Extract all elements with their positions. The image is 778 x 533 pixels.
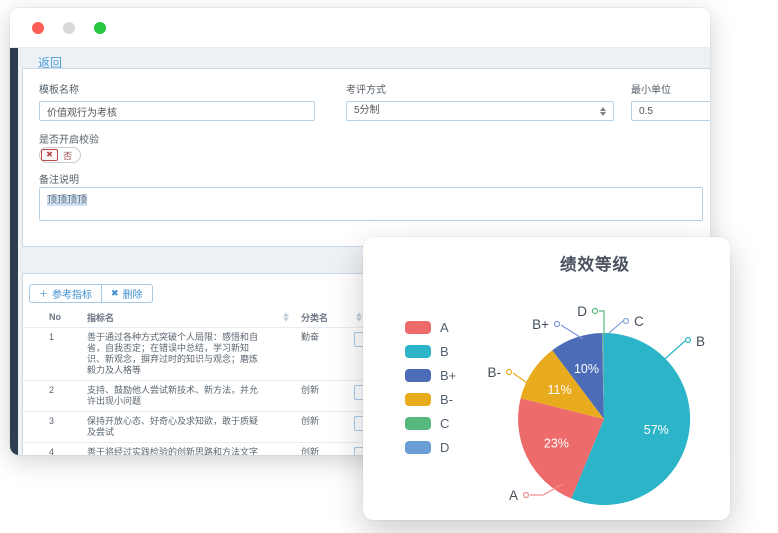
callout-label-B+: B+ bbox=[532, 317, 549, 332]
callout-dot-D bbox=[593, 309, 598, 314]
pie-percent-label: 23% bbox=[544, 437, 569, 451]
row-indicator-name: 善于将经过实践检验的创新思路和方法文字化、制度化，纳入日常工作流程 bbox=[87, 443, 301, 455]
callout-label-B: B bbox=[696, 334, 705, 349]
pie-percent-label: 10% bbox=[574, 362, 599, 376]
plus-icon: ＋ bbox=[39, 287, 48, 300]
row-indicator-name: 保持开放心态、好奇心及求知欲，敢于质疑及尝试 bbox=[87, 412, 301, 442]
callout-line-B bbox=[658, 341, 685, 365]
screenshot-stage: 返回 模板名称 考评方式 5分制 最小单位 是否开启校验 ✖ 否 备注说明 bbox=[0, 0, 778, 533]
x-icon: ✖ bbox=[111, 288, 119, 299]
callout-label-B-: B- bbox=[488, 365, 502, 380]
callout-dot-B- bbox=[507, 370, 512, 375]
eval-method-value: 5分制 bbox=[354, 102, 380, 120]
callout-line-B- bbox=[513, 373, 530, 385]
row-indicator-name: 善于通过各种方式突破个人局限：感悟和自省，自我否定；在错误中总结，学习新知识、新… bbox=[87, 328, 301, 380]
callout-line-D bbox=[599, 311, 604, 335]
header-name[interactable]: 指标名 bbox=[87, 311, 301, 324]
row-indicator-name: 支持、鼓励他人尝试新技术、新方法，并允许出现小问题 bbox=[87, 381, 301, 411]
callout-line-B+ bbox=[561, 325, 583, 339]
callout-line-C bbox=[609, 321, 623, 333]
toggle-off-x-icon: ✖ bbox=[41, 149, 58, 161]
performance-chart-card: 绩效等级 ABB+B-CD 57%23%11%10%BAB-B+DC bbox=[363, 237, 730, 520]
remark-label: 备注说明 bbox=[39, 171, 79, 186]
callout-dot-C bbox=[624, 319, 629, 324]
close-window-button[interactable] bbox=[32, 22, 44, 34]
callout-label-A: A bbox=[509, 488, 518, 503]
template-name-label: 模板名称 bbox=[39, 81, 79, 96]
row-no: 3 bbox=[49, 412, 87, 431]
add-indicator-button[interactable]: ＋ 参考指标 bbox=[29, 284, 102, 303]
row-no: 1 bbox=[49, 328, 87, 347]
row-category: 勤奋 bbox=[301, 328, 354, 347]
header-category[interactable]: 分类名 bbox=[301, 311, 354, 324]
callout-label-D: D bbox=[577, 304, 587, 319]
header-no: No bbox=[49, 312, 87, 322]
pie-percent-label: 57% bbox=[644, 423, 669, 437]
callout-dot-A bbox=[524, 493, 529, 498]
sort-icon[interactable] bbox=[283, 313, 289, 322]
validation-label: 是否开启校验 bbox=[39, 131, 99, 146]
validation-toggle[interactable]: ✖ 否 bbox=[39, 147, 81, 163]
template-form-panel: 模板名称 考评方式 5分制 最小单位 是否开启校验 ✖ 否 备注说明 顶顶顶顶 bbox=[22, 68, 710, 247]
callout-dot-B+ bbox=[555, 322, 560, 327]
pie-chart: 57% 23% 11%10% B A B- B+ D C bbox=[363, 237, 730, 520]
template-name-input[interactable] bbox=[39, 101, 315, 121]
callout-label-C: C bbox=[634, 314, 644, 329]
min-unit-label: 最小单位 bbox=[631, 81, 671, 96]
row-category: 创新 bbox=[301, 412, 354, 431]
min-unit-input[interactable] bbox=[631, 101, 710, 121]
row-no: 2 bbox=[49, 381, 87, 400]
row-no: 4 bbox=[49, 443, 87, 455]
pie-percent-label: 11% bbox=[548, 383, 572, 397]
window-titlebar bbox=[10, 8, 710, 48]
row-category: 创新 bbox=[301, 381, 354, 400]
remark-text: 顶顶顶顶 bbox=[47, 195, 87, 206]
sidebar-sliver bbox=[10, 48, 18, 455]
delete-button[interactable]: ✖ 删除 bbox=[101, 284, 153, 303]
row-category: 创新 bbox=[301, 443, 354, 455]
eval-method-select[interactable]: 5分制 bbox=[346, 101, 614, 121]
zoom-window-button[interactable] bbox=[94, 22, 106, 34]
remark-textarea[interactable]: 顶顶顶顶 bbox=[39, 187, 703, 221]
eval-method-label: 考评方式 bbox=[346, 81, 386, 96]
callout-dot-B bbox=[686, 338, 691, 343]
select-updown-icon bbox=[600, 107, 606, 116]
minimize-window-button[interactable] bbox=[63, 22, 75, 34]
table-toolbar: ＋ 参考指标 ✖ 删除 bbox=[29, 284, 153, 303]
toggle-state-label: 否 bbox=[58, 149, 79, 162]
